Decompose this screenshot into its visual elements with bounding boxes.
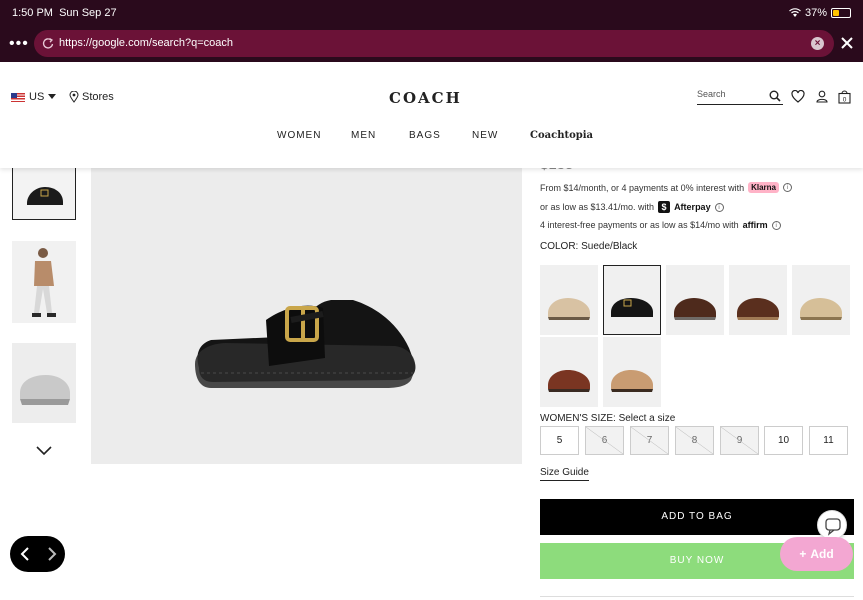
bag-count: 0: [843, 97, 847, 104]
color-swatch-4[interactable]: [729, 265, 787, 335]
search-icon[interactable]: [769, 90, 781, 102]
nav-men[interactable]: MEN: [351, 130, 376, 141]
size-option-9[interactable]: 9: [720, 426, 759, 455]
add-button[interactable]: + Add: [780, 537, 853, 571]
afterpay-text: or as low as $13.41/mo. with: [540, 202, 655, 212]
battery-percent: 37%: [804, 7, 827, 19]
heart-icon[interactable]: [791, 90, 805, 103]
affirm-line: 4 interest-free payments or as low as $1…: [540, 220, 781, 230]
size-option-11[interactable]: 11: [809, 426, 848, 455]
main-nav: WOMEN MEN BAGS NEW Coachtopia: [0, 130, 863, 146]
search-input[interactable]: Search: [697, 89, 783, 105]
color-swatch-6[interactable]: [540, 337, 598, 407]
swatch-brown-icon: [674, 298, 716, 320]
back-arrow-icon[interactable]: [18, 546, 32, 562]
size-option-5[interactable]: 5: [540, 426, 579, 455]
stores-label: Stores: [82, 91, 114, 103]
browser-toolbar: ••• https://google.com/search?q=coach ×: [0, 28, 863, 62]
site-header: US Stores COACH Search 0 WOMEN MEN BAGS …: [0, 62, 863, 168]
swatch-black-icon: [611, 298, 653, 317]
color-swatch-2[interactable]: [603, 265, 661, 335]
affirm-text: 4 interest-free payments or as low as $1…: [540, 220, 739, 230]
color-swatch-1[interactable]: [540, 265, 598, 335]
size-option-8[interactable]: 8: [675, 426, 714, 455]
close-icon[interactable]: [839, 35, 855, 51]
plus-icon: +: [799, 547, 807, 561]
status-time: 1:50 PM Sun Sep 27: [12, 7, 117, 19]
chat-button[interactable]: [817, 510, 847, 540]
size-option-6[interactable]: 6: [585, 426, 624, 455]
info-icon[interactable]: i: [714, 202, 724, 212]
bag-icon[interactable]: 0: [838, 90, 851, 104]
gallery-thumb-1[interactable]: [12, 164, 76, 220]
klarna-line: From $14/month, or 4 payments at 0% inte…: [540, 182, 792, 193]
battery-fill: [833, 10, 839, 16]
gallery-thumb-3[interactable]: [12, 343, 76, 423]
main-product-image[interactable]: [91, 168, 522, 464]
color-swatch-7[interactable]: [603, 337, 661, 407]
location-pin-icon: [69, 91, 79, 103]
ellipsis-icon[interactable]: •••: [9, 35, 29, 53]
size-option-10[interactable]: 10: [764, 426, 803, 455]
battery-icon: [831, 8, 851, 18]
klarna-text: From $14/month, or 4 payments at 0% inte…: [540, 182, 745, 193]
forward-arrow-icon[interactable]: [45, 546, 59, 562]
affirm-brand[interactable]: affirm: [743, 220, 768, 230]
url-text[interactable]: https://google.com/search?q=coach: [59, 37, 233, 49]
afterpay-line: or as low as $13.41/mo. with $ Afterpay …: [540, 201, 724, 213]
wifi-icon: [789, 8, 801, 17]
swatch-signature-brown-icon: [737, 298, 779, 320]
color-label: COLOR: Suede/Black: [540, 241, 638, 252]
thumb-model-image: [12, 241, 76, 323]
gallery-thumb-2[interactable]: [12, 241, 76, 323]
color-swatch-3[interactable]: [666, 265, 724, 335]
size-label: WOMEN'S SIZE: Select a size: [540, 413, 676, 424]
coach-logo[interactable]: COACH: [389, 89, 462, 107]
locale-label: US: [29, 91, 45, 103]
search-placeholder: Search: [697, 89, 726, 99]
nav-coachtopia[interactable]: Coachtopia: [530, 130, 593, 141]
color-swatch-5[interactable]: [792, 265, 850, 335]
info-icon[interactable]: i: [783, 183, 792, 192]
status-bar: 1:50 PM Sun Sep 27 37%: [0, 0, 863, 28]
swatch-signature-tan-icon: [611, 370, 653, 392]
reload-icon[interactable]: [40, 35, 56, 51]
clear-icon[interactable]: ×: [811, 37, 824, 50]
add-label: Add: [810, 547, 834, 561]
size-option-7[interactable]: 7: [630, 426, 669, 455]
afterpay-brand[interactable]: Afterpay: [674, 202, 711, 212]
divider: [540, 596, 854, 597]
info-icon[interactable]: i: [771, 220, 781, 230]
afterpay-logo-icon: $: [658, 201, 671, 213]
thumb-shoe-image: [13, 165, 75, 219]
us-flag-icon: [11, 92, 25, 102]
account-icon[interactable]: [816, 90, 828, 103]
nav-women[interactable]: WOMEN: [277, 130, 321, 141]
page-nav-pill: [10, 536, 65, 572]
swatch-sand-icon: [800, 298, 842, 320]
nav-bags[interactable]: BAGS: [409, 130, 441, 141]
nav-new[interactable]: NEW: [472, 130, 498, 141]
shoe-main-image: [195, 300, 416, 388]
add-to-bag-button[interactable]: ADD TO BAG: [540, 499, 854, 535]
address-bar[interactable]: https://google.com/search?q=coach ×: [34, 30, 834, 57]
locale-selector[interactable]: US: [11, 91, 57, 103]
klarna-badge[interactable]: Klarna: [748, 182, 779, 193]
swatch-tan-icon: [548, 298, 590, 320]
thumb-sole-image: [12, 343, 76, 423]
size-guide-link[interactable]: Size Guide: [540, 467, 589, 481]
swatch-rust-icon: [548, 370, 590, 392]
caret-down-icon: [48, 94, 57, 99]
stores-link[interactable]: Stores: [69, 91, 114, 103]
status-right: 37%: [789, 7, 851, 19]
chevron-down-icon[interactable]: [35, 444, 53, 458]
